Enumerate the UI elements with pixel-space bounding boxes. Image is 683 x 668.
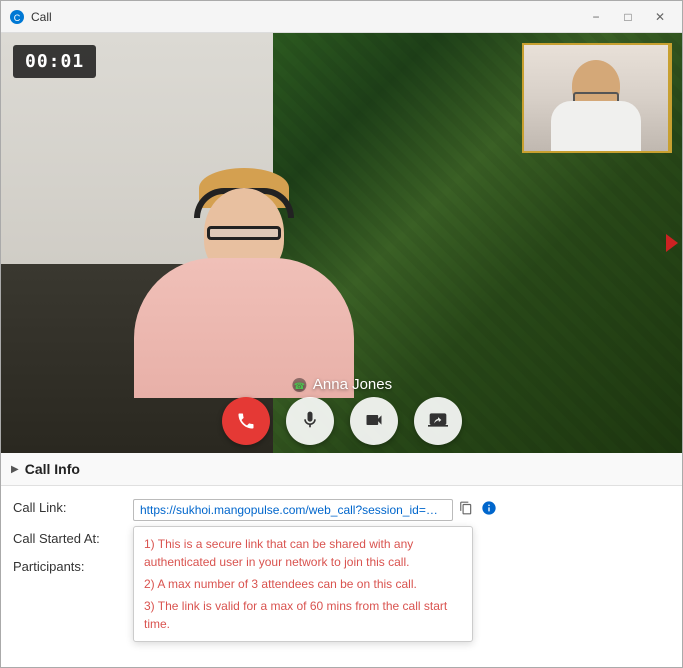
screen-share-button[interactable] <box>414 397 462 445</box>
copy-icon <box>459 501 473 515</box>
chevron-right-icon: ▶ <box>11 464 19 475</box>
pip-person <box>524 45 668 151</box>
call-timer: 00:01 <box>13 45 96 78</box>
video-area: 00:01 ☎ Anna Jones <box>1 33 682 453</box>
info-button[interactable] <box>479 498 499 521</box>
close-button[interactable]: ✕ <box>646 6 674 28</box>
hangup-icon <box>236 411 256 431</box>
screen-share-icon <box>428 410 448 433</box>
call-link-value: https://sukhoi.mangopulse.com/web_call?s… <box>133 498 670 521</box>
mute-icon <box>300 410 320 433</box>
info-panel: ▶ Call Info Call Link: https://sukhoi.ma… <box>1 453 682 667</box>
tooltip-line3: 3) The link is valid for a max of 60 min… <box>144 597 462 633</box>
call-link-label: Call Link: <box>13 498 133 515</box>
mute-button[interactable] <box>286 397 334 445</box>
svg-text:☎: ☎ <box>293 381 304 391</box>
participants-label: Participants: <box>13 557 133 574</box>
pip-shirt <box>551 101 641 151</box>
svg-text:C: C <box>14 13 21 23</box>
pip-video <box>522 43 672 153</box>
arrow-icon <box>662 232 680 254</box>
call-window: C Call − □ ✕ 00:01 <box>0 0 683 668</box>
window-controls: − □ ✕ <box>582 6 674 28</box>
caller-name-bar: ☎ Anna Jones <box>291 376 392 393</box>
camera-icon <box>364 410 384 433</box>
info-grid: Call Link: https://sukhoi.mangopulse.com… <box>1 486 682 589</box>
call-info-header[interactable]: ▶ Call Info <box>1 453 682 486</box>
info-circle-icon <box>481 500 497 516</box>
maximize-button[interactable]: □ <box>614 6 642 28</box>
caller-name: Anna Jones <box>313 376 392 393</box>
camera-button[interactable] <box>350 397 398 445</box>
side-panel-toggle[interactable] <box>660 228 682 258</box>
link-tooltip: 1) This is a secure link that can be sha… <box>133 526 473 642</box>
tooltip-line2: 2) A max number of 3 attendees can be on… <box>144 575 462 593</box>
title-bar: C Call − □ ✕ <box>1 1 682 33</box>
app-icon: C <box>9 9 25 25</box>
call-controls <box>222 397 462 445</box>
figure-glasses <box>207 226 281 240</box>
call-link-input[interactable]: https://sukhoi.mangopulse.com/web_call?s… <box>133 499 453 521</box>
phone-icon: ☎ <box>291 377 307 393</box>
window-title: Call <box>31 10 582 24</box>
copy-link-button[interactable] <box>457 499 475 520</box>
tooltip-line1: 1) This is a secure link that can be sha… <box>144 535 462 571</box>
call-started-label: Call Started At: <box>13 529 133 546</box>
minimize-button[interactable]: − <box>582 6 610 28</box>
call-link-row: Call Link: https://sukhoi.mangopulse.com… <box>13 494 670 525</box>
main-participant-figure <box>114 118 374 398</box>
call-info-title: Call Info <box>25 461 80 477</box>
end-call-button[interactable] <box>222 397 270 445</box>
